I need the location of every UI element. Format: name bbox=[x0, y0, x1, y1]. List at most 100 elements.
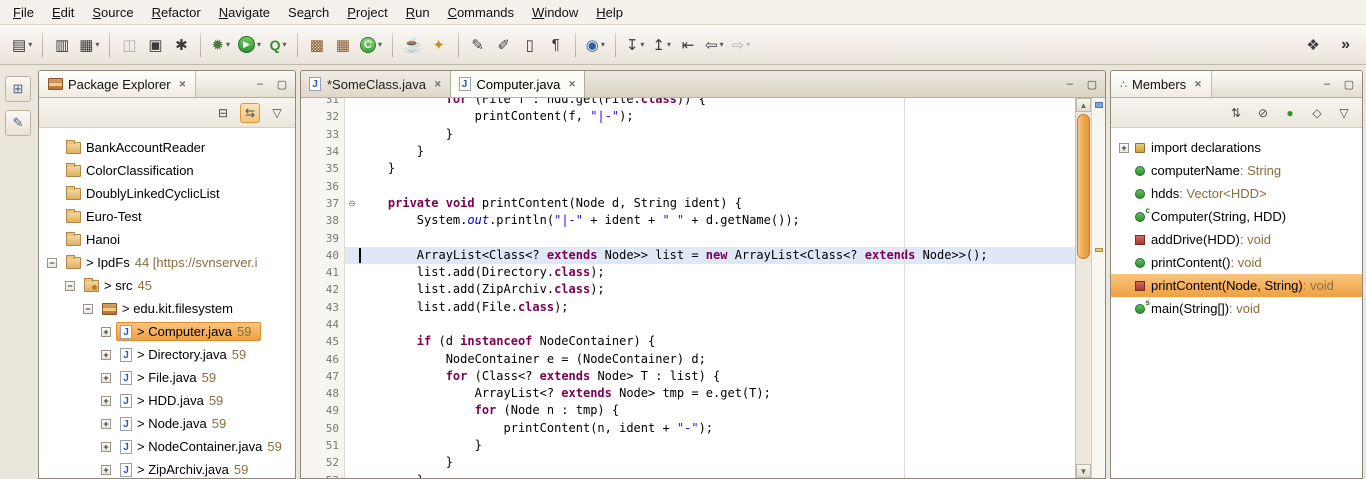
menu-window[interactable]: Window bbox=[523, 1, 587, 24]
code-line-36[interactable]: 36 bbox=[301, 177, 1075, 194]
profile-button[interactable]: Q▾ bbox=[266, 31, 290, 59]
close-icon[interactable]: ✕ bbox=[1194, 79, 1202, 90]
tree-item-ipdfs[interactable]: −> IpdFs 44 [https://svnserver.i bbox=[39, 251, 295, 274]
forward-button[interactable]: ⇨▾ bbox=[729, 31, 754, 59]
debug-button[interactable]: ✹▾ bbox=[208, 31, 233, 59]
last-edit-location-button[interactable]: ⇤ bbox=[676, 31, 700, 59]
code-line-53[interactable]: 53 } bbox=[301, 472, 1075, 478]
open-jar-button[interactable]: ☕ bbox=[400, 31, 425, 59]
tree-item-node-java[interactable]: +J> Node.java 59 bbox=[39, 412, 295, 435]
tree-item-hanoi[interactable]: Hanoi bbox=[39, 228, 295, 251]
maximize-button[interactable]: ▢ bbox=[1085, 78, 1099, 91]
scroll-down-icon[interactable]: ▼ bbox=[1076, 464, 1091, 478]
dropdown-arrow-icon[interactable]: ▾ bbox=[28, 40, 32, 49]
dropdown-arrow-icon[interactable]: ▾ bbox=[746, 40, 750, 49]
dropdown-arrow-icon[interactable]: ▾ bbox=[282, 40, 286, 49]
hide-non-public-button[interactable]: ◇ bbox=[1307, 103, 1327, 123]
tree-item-doublylinkedcycliclist[interactable]: DoublyLinkedCyclicList bbox=[39, 182, 295, 205]
code-line-47[interactable]: 47 for (Class<? extends Node> T : list) … bbox=[301, 368, 1075, 385]
new-element-menu-button[interactable]: ▦▾ bbox=[76, 31, 102, 59]
dropdown-arrow-icon[interactable]: ▾ bbox=[95, 40, 99, 49]
save-button[interactable]: ◫ bbox=[117, 31, 141, 59]
view-menu-button[interactable]: ▽ bbox=[267, 103, 287, 123]
annotation-marker[interactable] bbox=[1095, 102, 1103, 108]
tree-item-nodecontainer-java[interactable]: +J> NodeContainer.java 59 bbox=[39, 435, 295, 458]
minimize-button[interactable]: – bbox=[1320, 78, 1334, 90]
editor-tab-someclass-java[interactable]: J*SomeClass.java✕ bbox=[301, 71, 451, 97]
hide-fields-button[interactable]: ● bbox=[1280, 103, 1300, 123]
mark-occurrences-button[interactable]: ✎ bbox=[466, 31, 490, 59]
maximize-button[interactable]: ▢ bbox=[275, 78, 289, 91]
dropdown-arrow-icon[interactable]: ▾ bbox=[378, 40, 382, 49]
code-line-39[interactable]: 39 bbox=[301, 229, 1075, 246]
tree-item-hdd-java[interactable]: +J> HDD.java 59 bbox=[39, 389, 295, 412]
expand-icon[interactable]: + bbox=[101, 419, 111, 429]
menu-project[interactable]: Project bbox=[338, 1, 396, 24]
menu-edit[interactable]: Edit bbox=[43, 1, 83, 24]
show-whitespace-button[interactable]: ¶ bbox=[544, 31, 568, 59]
tree-item-edu-kit-filesystem[interactable]: −> edu.kit.filesystem bbox=[39, 297, 295, 320]
dropdown-arrow-icon[interactable]: ▾ bbox=[226, 40, 230, 49]
code-line-35[interactable]: 35 } bbox=[301, 160, 1075, 177]
code-line-48[interactable]: 48 ArrayList<? extends Node> tmp = e.get… bbox=[301, 385, 1075, 402]
editor-vertical-scrollbar[interactable]: ▲ ▼ bbox=[1075, 98, 1091, 478]
close-icon[interactable]: ✕ bbox=[568, 79, 576, 90]
collapse-all-button[interactable]: ⊟ bbox=[213, 103, 233, 123]
member-printcontent-node-string[interactable]: printContent(Node, String) : void bbox=[1111, 274, 1362, 297]
new-wizard-button[interactable]: ▤▾ bbox=[9, 31, 35, 59]
search-button[interactable]: ✦ bbox=[427, 31, 451, 59]
maximize-button[interactable]: ▢ bbox=[1342, 78, 1356, 91]
menu-search[interactable]: Search bbox=[279, 1, 338, 24]
restore-view-button[interactable]: ⊞ bbox=[5, 76, 31, 102]
member-printcontent[interactable]: printContent() : void bbox=[1111, 251, 1362, 274]
code-line-38[interactable]: 38 System.out.println("|-" + ident + " "… bbox=[301, 212, 1075, 229]
members-view-tab[interactable]: ∴ Members ✕ bbox=[1111, 71, 1212, 97]
toolbar-overflow-button[interactable]: » bbox=[1341, 36, 1350, 54]
show-selected-element-button[interactable]: ▯ bbox=[518, 31, 542, 59]
dropdown-arrow-icon[interactable]: ▾ bbox=[257, 40, 261, 49]
menu-refactor[interactable]: Refactor bbox=[143, 1, 210, 24]
tree-item-computer-java[interactable]: +J> Computer.java 59 bbox=[39, 320, 295, 343]
print-button[interactable]: ▣ bbox=[143, 31, 167, 59]
expand-icon[interactable]: + bbox=[101, 350, 111, 360]
view-menu-button[interactable]: ▽ bbox=[1334, 103, 1354, 123]
tree-item-file-java[interactable]: +J> File.java 59 bbox=[39, 366, 295, 389]
hide-static-members-button[interactable]: ⊘ bbox=[1253, 103, 1273, 123]
menu-navigate[interactable]: Navigate bbox=[210, 1, 279, 24]
dropdown-arrow-icon[interactable]: ▾ bbox=[667, 40, 671, 49]
minimized-view-button[interactable]: ✎ bbox=[5, 110, 31, 136]
code-line-44[interactable]: 44 bbox=[301, 316, 1075, 333]
collapse-icon[interactable]: − bbox=[83, 304, 93, 314]
minimize-button[interactable]: – bbox=[253, 78, 267, 90]
code-line-41[interactable]: 41 list.add(Directory.class); bbox=[301, 264, 1075, 281]
code-line-49[interactable]: 49 for (Node n : tmp) { bbox=[301, 402, 1075, 419]
code-line-33[interactable]: 33 } bbox=[301, 126, 1075, 143]
close-icon[interactable]: ✕ bbox=[434, 79, 442, 90]
member-import-declarations[interactable]: +import declarations bbox=[1111, 136, 1362, 159]
code-line-34[interactable]: 34 } bbox=[301, 143, 1075, 160]
fold-collapse-icon[interactable]: ⊖ bbox=[345, 195, 359, 212]
overview-ruler[interactable] bbox=[1091, 98, 1105, 478]
member-computername[interactable]: computerName : String bbox=[1111, 159, 1362, 182]
tree-item-bankaccountreader[interactable]: BankAccountReader bbox=[39, 136, 295, 159]
dropdown-arrow-icon[interactable]: ▾ bbox=[720, 40, 724, 49]
menu-file[interactable]: File bbox=[4, 1, 43, 24]
code-line-51[interactable]: 51 } bbox=[301, 437, 1075, 454]
member-adddrive-hdd[interactable]: addDrive(HDD) : void bbox=[1111, 228, 1362, 251]
member-computer-string-hdd[interactable]: cComputer(String, HDD) bbox=[1111, 205, 1362, 228]
expand-icon[interactable]: + bbox=[101, 465, 111, 475]
member-main-string[interactable]: smain(String[]) : void bbox=[1111, 297, 1362, 320]
code-line-37[interactable]: 37⊖ private void printContent(Node d, St… bbox=[301, 195, 1075, 212]
next-annotation-button[interactable]: ↧▾ bbox=[623, 31, 648, 59]
tree-item-colorclassification[interactable]: ColorClassification bbox=[39, 159, 295, 182]
dropdown-arrow-icon[interactable]: ▾ bbox=[640, 40, 644, 49]
code-line-31[interactable]: 31 for (File f : hdd.get(File.class)) { bbox=[301, 98, 1075, 108]
expand-icon[interactable]: + bbox=[101, 396, 111, 406]
previous-annotation-button[interactable]: ↥▾ bbox=[649, 31, 674, 59]
tree-item-euro-test[interactable]: Euro-Test bbox=[39, 205, 295, 228]
build-all-button[interactable]: ✱ bbox=[169, 31, 193, 59]
run-button[interactable]: ▶▾ bbox=[235, 31, 264, 59]
code-line-50[interactable]: 50 printContent(n, ident + "-"); bbox=[301, 420, 1075, 437]
code-line-45[interactable]: 45 if (d instanceof NodeContainer) { bbox=[301, 333, 1075, 350]
dropdown-arrow-icon[interactable]: ▾ bbox=[601, 40, 605, 49]
